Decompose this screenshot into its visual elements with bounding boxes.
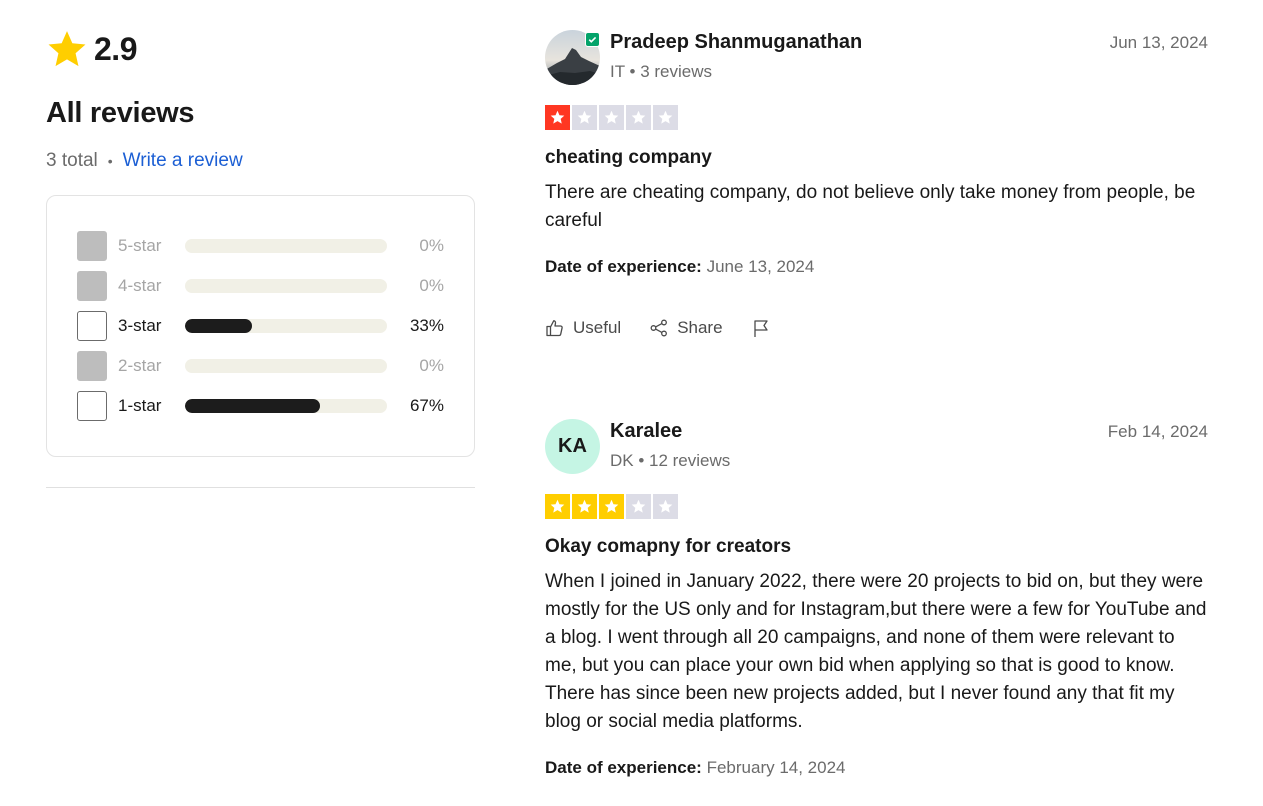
review-count-row: 3 total • Write a review	[46, 150, 243, 172]
reviewer-meta: DK • 12 reviews	[610, 451, 731, 470]
filter-1-star[interactable]: 1-star 67%	[77, 391, 444, 421]
review-actions: Useful Share	[545, 318, 799, 338]
distribution-bar-fill	[185, 399, 321, 413]
divider	[46, 487, 475, 488]
rating-distribution: 5-star 0% 4-star 0% 3-star 33% 2-star 0%…	[46, 195, 475, 457]
distribution-percent: 0%	[419, 276, 444, 295]
empty-star-icon	[653, 494, 678, 519]
empty-star-icon	[626, 494, 651, 519]
checkbox-1-star[interactable]	[77, 391, 107, 421]
write-review-link[interactable]: Write a review	[123, 150, 243, 172]
empty-star-icon	[626, 105, 651, 130]
checkbox-5-star	[77, 231, 107, 261]
checkbox-4-star	[77, 271, 107, 301]
checkbox-3-star[interactable]	[77, 311, 107, 341]
empty-star-icon	[599, 105, 624, 130]
experience-date: February 14, 2024	[706, 758, 846, 777]
review-date: Jun 13, 2024	[1109, 33, 1208, 52]
page-title: All reviews	[46, 97, 195, 129]
checkbox-2-star	[77, 351, 107, 381]
filter-2-star: 2-star 0%	[77, 351, 444, 381]
distribution-bar	[185, 399, 387, 413]
filter-5-star: 5-star 0%	[77, 231, 444, 261]
review-title[interactable]: cheating company	[545, 147, 712, 169]
distribution-label: 2-star	[118, 356, 162, 375]
empty-star-icon	[572, 105, 597, 130]
verified-badge-icon	[585, 32, 600, 47]
filled-star-icon	[599, 494, 624, 519]
review-body: When I joined in January 2022, there wer…	[545, 571, 1207, 732]
filter-4-star: 4-star 0%	[77, 271, 444, 301]
star-rating	[545, 105, 678, 130]
distribution-bar	[185, 359, 387, 373]
thumbs-up-icon	[546, 320, 563, 337]
distribution-bar	[185, 319, 387, 333]
rating-header: 2.9	[46, 28, 137, 70]
filled-star-icon	[572, 494, 597, 519]
useful-button[interactable]: Useful	[545, 318, 621, 338]
share-button[interactable]: Share	[649, 318, 723, 338]
experience-label: Date of experience:	[545, 758, 702, 777]
star-rating	[545, 494, 678, 519]
distribution-percent: 0%	[419, 356, 444, 375]
review-card: KA Karalee DK • 12 reviews Feb 14, 2024 …	[545, 419, 1208, 799]
useful-label: Useful	[573, 318, 622, 337]
share-label: Share	[677, 318, 723, 337]
filled-star-icon	[545, 494, 570, 519]
date-of-experience: Date of experience: June 13, 2024	[545, 257, 814, 277]
review-date: Feb 14, 2024	[1107, 422, 1208, 441]
distribution-label: 4-star	[118, 276, 162, 295]
total-count: 3 total	[46, 150, 98, 171]
experience-date: June 13, 2024	[706, 257, 815, 276]
empty-star-icon	[653, 105, 678, 130]
reviewer-name[interactable]: Pradeep Shanmuganathan	[610, 31, 862, 54]
filter-3-star[interactable]: 3-star 33%	[77, 311, 444, 341]
distribution-label: 1-star	[118, 396, 162, 415]
distribution-bar-fill	[185, 319, 252, 333]
distribution-bar	[185, 279, 387, 293]
date-of-experience: Date of experience: February 14, 2024	[545, 758, 846, 778]
distribution-percent: 33%	[409, 316, 444, 335]
overall-rating: 2.9	[94, 30, 137, 67]
distribution-label: 5-star	[118, 236, 162, 255]
share-icon	[650, 319, 668, 337]
distribution-percent: 0%	[419, 236, 444, 255]
experience-label: Date of experience:	[545, 257, 702, 276]
filled-star-icon	[545, 105, 570, 130]
reviewer-meta: IT • 3 reviews	[610, 62, 712, 81]
review-card: Pradeep Shanmuganathan IT • 3 reviews Ju…	[545, 30, 1208, 360]
separator-dot: •	[107, 153, 113, 169]
distribution-percent: 67%	[409, 396, 444, 415]
star-icon	[48, 31, 86, 67]
avatar[interactable]: KA	[545, 419, 600, 474]
flag-icon	[753, 320, 768, 337]
reviewer-name[interactable]: Karalee	[610, 420, 682, 443]
review-body: There are cheating company, do not belie…	[545, 182, 1196, 231]
review-title[interactable]: Okay comapny for creators	[545, 536, 791, 558]
report-button[interactable]	[751, 318, 771, 338]
distribution-bar	[185, 239, 387, 253]
distribution-label: 3-star	[118, 316, 162, 335]
